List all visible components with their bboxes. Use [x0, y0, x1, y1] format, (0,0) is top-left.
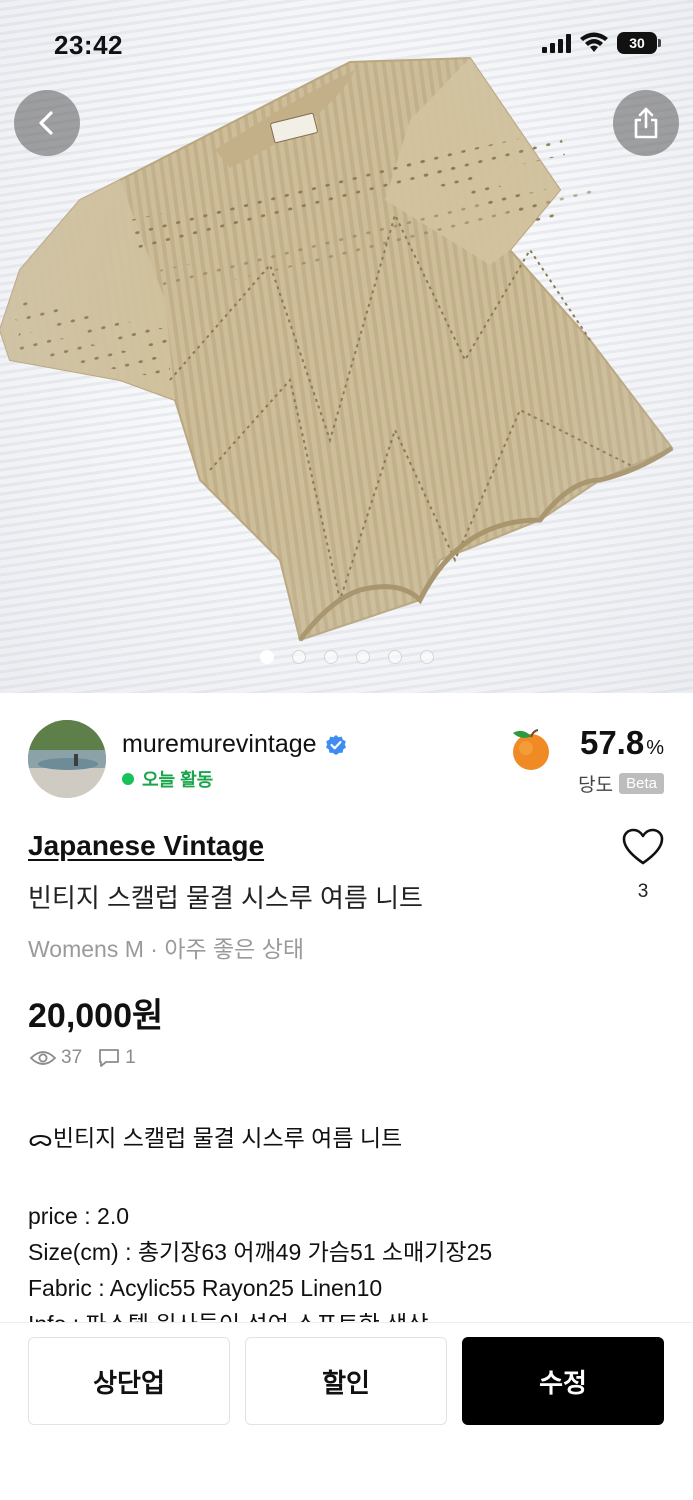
- edit-button[interactable]: 수정: [462, 1337, 664, 1425]
- carousel-dot[interactable]: [387, 650, 402, 664]
- view-stat: 37: [30, 1047, 82, 1069]
- seller-avatar[interactable]: [28, 720, 106, 798]
- description-line: Size(cm) : 총기장63 어깨49 가슴51 소매기장25: [28, 1239, 493, 1265]
- discount-button[interactable]: 할인: [245, 1337, 447, 1425]
- comment-count: 1: [125, 1047, 136, 1068]
- seller-name-row: muremurevintage: [122, 730, 347, 759]
- back-button[interactable]: [14, 90, 80, 156]
- carousel-pagination: [0, 650, 693, 664]
- peach-icon: [513, 729, 549, 770]
- carousel-dot[interactable]: [355, 650, 370, 664]
- sweetness-label: 당도: [578, 775, 614, 796]
- status-time: 23:42: [54, 30, 123, 60]
- verified-badge-icon: [325, 734, 346, 755]
- description-line: price : 2.0: [28, 1203, 129, 1229]
- carousel-dot[interactable]: [291, 650, 306, 664]
- description-heading: ᯅ빈티지 스캘럽 물결 시스루 여름 니트: [28, 1125, 403, 1151]
- comment-icon: [99, 1049, 120, 1067]
- product-title: 빈티지 스캘럽 물결 시스루 여름 니트: [28, 883, 423, 913]
- comment-stat: 1: [98, 1047, 136, 1069]
- sweetness-label-row: 당도 Beta: [578, 770, 664, 797]
- view-count: 37: [61, 1047, 83, 1068]
- product-stats: 37 1: [30, 1047, 136, 1069]
- bump-button[interactable]: 상단업: [28, 1337, 230, 1425]
- share-button[interactable]: [613, 90, 679, 156]
- like-count: 3: [637, 881, 649, 902]
- sweetness-score[interactable]: 57.8% 당도 Beta: [508, 720, 668, 802]
- sweetness-unit: %: [646, 737, 664, 759]
- wifi-icon: [580, 32, 608, 52]
- description-line: Fabric : Acylic55 Rayon25 Linen10: [28, 1275, 383, 1301]
- status-icons: 30: [542, 32, 661, 54]
- activity-text: 오늘 활동: [142, 770, 214, 790]
- carousel-dot[interactable]: [419, 650, 434, 664]
- chevron-left-icon: [39, 111, 53, 135]
- online-dot-icon: [122, 773, 134, 785]
- sweetness-value-row: 57.8%: [580, 724, 664, 762]
- avatar-photo: [28, 720, 106, 798]
- seller-section[interactable]: muremurevintage 오늘 활동 57.8% 당도 Beta: [28, 720, 668, 802]
- battery-icon: 30: [617, 32, 661, 54]
- signal-icon: [542, 33, 571, 53]
- description-line: Info : 파스텔 원사들이 섞여 소프트한 색상: [28, 1306, 668, 1322]
- beta-badge: Beta: [619, 773, 664, 794]
- status-bar: 23:42 30: [0, 0, 693, 90]
- share-icon: [634, 107, 658, 139]
- sweetness-value: 57.8: [579, 724, 645, 761]
- seller-name[interactable]: muremurevintage: [122, 730, 317, 759]
- bottom-action-bar: 상단업 할인 수정: [0, 1322, 693, 1500]
- heart-icon: [622, 828, 664, 865]
- product-image-carousel[interactable]: 23:42 30: [0, 0, 693, 693]
- like-button[interactable]: 3: [621, 828, 665, 903]
- carousel-dot[interactable]: [259, 650, 274, 664]
- product-price: 20,000원: [28, 997, 164, 1035]
- product-description: ᯅ빈티지 스캘럽 물결 시스루 여름 니트 price : 2.0 Size(c…: [28, 1120, 668, 1322]
- carousel-dot[interactable]: [323, 650, 338, 664]
- activity-status: 오늘 활동: [122, 766, 213, 792]
- product-photo: [0, 56, 674, 642]
- product-condition: Womens M · 아주 좋은 상태: [28, 936, 305, 962]
- brand-link[interactable]: Japanese Vintage: [28, 830, 264, 862]
- eye-icon: [30, 1051, 56, 1065]
